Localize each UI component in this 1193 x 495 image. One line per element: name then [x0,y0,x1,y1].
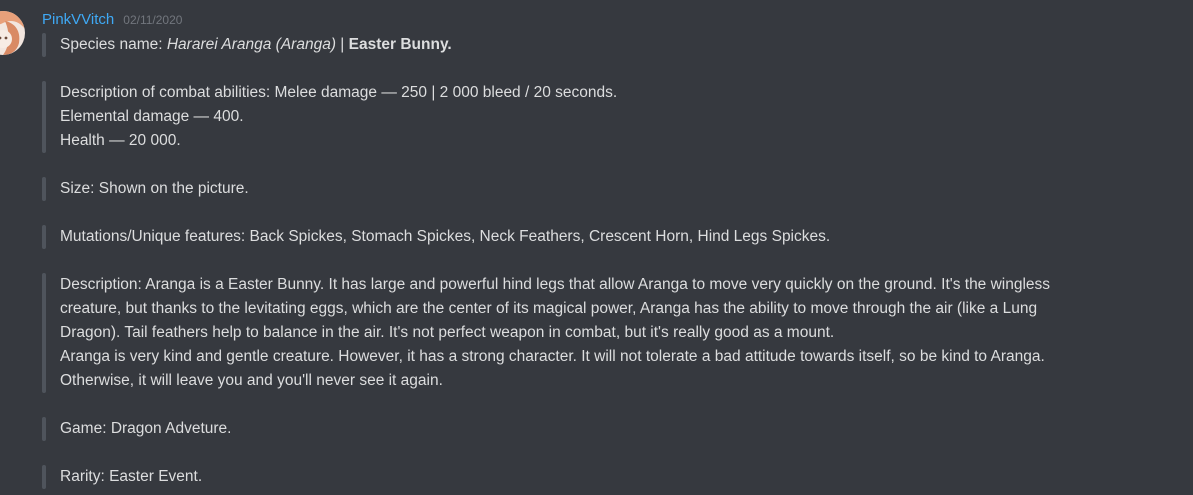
combat-line-3: Health — 20 000. [60,132,181,149]
species-label: Species name: [60,36,167,53]
description-line-4: Aranga is very kind and gentle creature.… [60,348,1045,365]
quote-rarity: Rarity: Easter Event. [42,465,1162,489]
description-line-2: creature, but thanks to the levitating e… [60,300,1038,317]
size-line: Size: Shown on the picture. [60,180,249,197]
combat-line-2: Elemental damage — 400. [60,108,244,125]
user-avatar-icon[interactable] [0,11,25,55]
quote-species: Species name: Hararei Aranga (Aranga) | … [42,33,1162,57]
game-line: Game: Dragon Adveture. [60,420,232,437]
combat-line-1: Description of combat abilities: Melee d… [60,84,618,101]
description-line-3: Dragon). Tail feathers help to balance i… [60,324,835,341]
quote-combat: Description of combat abilities: Melee d… [42,81,1162,153]
username[interactable]: PinkVVitch [42,11,114,28]
chat-message: PinkVVitch 02/11/2020 Species name: Hara… [0,0,1193,495]
description-line-5: Otherwise, it will leave you and you'll … [60,372,443,389]
species-line: Species name: Hararei Aranga (Aranga) | … [60,33,1162,57]
message-header: PinkVVitch 02/11/2020 [42,11,182,33]
quote-game: Game: Dragon Adveture. [42,417,1162,441]
species-separator: | [336,36,349,53]
timestamp: 02/11/2020 [123,13,183,27]
species-italic: Hararei Aranga (Aranga) [166,36,336,53]
species-bold: Easter Bunny. [348,36,452,53]
quote-description: Description: Aranga is a Easter Bunny. I… [42,273,1162,393]
mutations-line: Mutations/Unique features: Back Spickes,… [60,228,831,245]
description-line-1: Description: Aranga is a Easter Bunny. I… [60,276,1051,293]
quote-mutations: Mutations/Unique features: Back Spickes,… [42,225,1162,249]
rarity-line: Rarity: Easter Event. [60,468,203,485]
quote-size: Size: Shown on the picture. [42,177,1162,201]
